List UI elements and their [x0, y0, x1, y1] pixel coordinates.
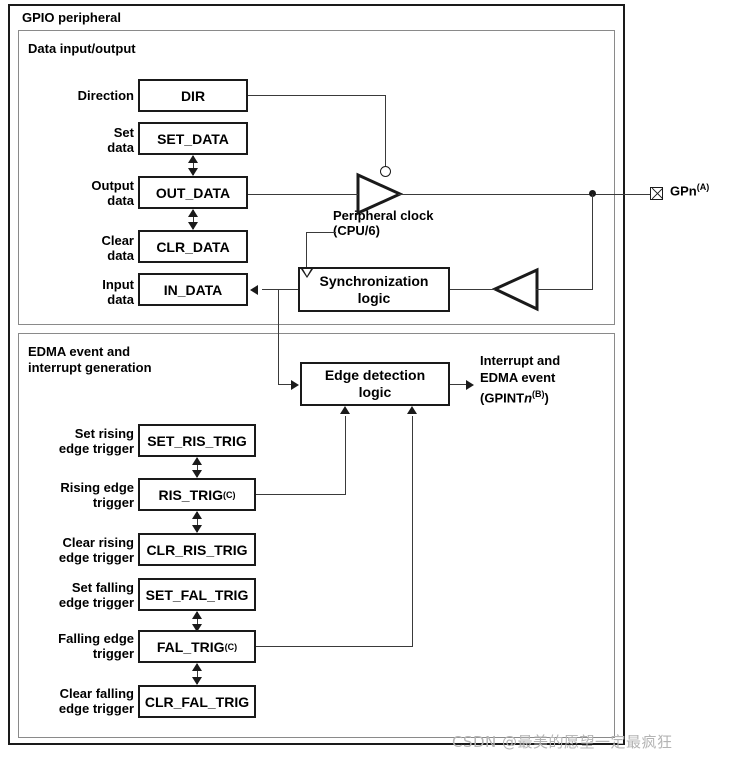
- register-fal-trig-text: FAL_TRIG: [156, 638, 225, 655]
- arrowhead-down-fal: [192, 624, 202, 632]
- wire-ristrig-up: [345, 416, 346, 495]
- label-interrupt-line3-footnote: (B): [532, 389, 545, 399]
- wire-dir-right: [248, 95, 385, 96]
- label-set-data: Set data: [107, 125, 134, 155]
- register-set-fal-trig-text: SET_FAL_TRIG: [145, 586, 249, 603]
- register-fal-trig[interactable]: FAL_TRIG (C): [138, 630, 256, 663]
- block-synchronization-logic[interactable]: Synchronization logic: [298, 267, 450, 312]
- arrowhead-down-clrris: [192, 525, 202, 533]
- arrowhead-edge-detection-input: [291, 380, 299, 390]
- wire-clock-horizontal: [306, 232, 336, 233]
- label-set-falling-edge-trigger: Set falling edge trigger: [58, 580, 134, 610]
- register-clr-fal-trig-text: CLR_FAL_TRIG: [144, 693, 250, 710]
- label-interrupt-line1: Interrupt and: [480, 353, 561, 368]
- label-interrupt-line3-suffix: ): [544, 390, 549, 406]
- wire-outdata-to-buffer: [248, 194, 358, 195]
- arrowhead-up-ris: [192, 511, 202, 519]
- label-clear-falling-edge-trigger: Clear falling edge trigger: [58, 686, 134, 716]
- label-interrupt-edma-event: Interrupt and EDMA event (GPINTn(B)): [480, 352, 630, 406]
- wire-pin-down-to-inputbuffer: [592, 194, 593, 289]
- arrowhead-edge-input-falling: [407, 406, 417, 414]
- label-interrupt-line3-prefix: (GPINT: [480, 390, 525, 406]
- arrowhead-indata: [250, 285, 258, 295]
- arrowhead-up-setdata: [188, 155, 198, 163]
- register-clr-fal-trig[interactable]: CLR_FAL_TRIG: [138, 685, 256, 718]
- wire-edge-output: [450, 384, 467, 385]
- register-dir[interactable]: DIR: [138, 79, 248, 112]
- arrowhead-down-clrdata: [188, 222, 198, 230]
- register-fal-trig-footnote: (C): [224, 641, 238, 652]
- block-edge-detection-logic[interactable]: Edge detection logic: [300, 362, 450, 406]
- wire-sync-branch-down: [278, 289, 279, 384]
- register-ris-trig-footnote: (C): [223, 489, 236, 500]
- register-ris-trig[interactable]: RIS_TRIG (C): [138, 478, 256, 511]
- label-rising-edge-trigger: Rising edge trigger: [60, 480, 134, 510]
- label-output-data: Output data: [91, 178, 134, 208]
- register-set-data[interactable]: SET_DATA: [138, 122, 248, 155]
- register-clr-ris-trig[interactable]: CLR_RIS_TRIG: [138, 533, 256, 566]
- arrowhead-down-clrfal: [192, 677, 202, 685]
- arrowhead-up-fal: [192, 663, 202, 671]
- sync-clock-wedge-inner: [303, 269, 311, 276]
- register-in-data[interactable]: IN_DATA: [138, 273, 248, 306]
- label-clear-data: Clear data: [101, 233, 134, 263]
- wire-sync-to-indata: [262, 289, 298, 290]
- gpn-pad-icon: [650, 187, 663, 200]
- wire-to-inputbuffer: [536, 289, 593, 290]
- gpio-peripheral-title: GPIO peripheral: [22, 10, 121, 25]
- edma-section-title: EDMA event and interrupt generation: [28, 344, 152, 375]
- label-gpn-text: GPn: [670, 183, 697, 199]
- wire-ristrig-right: [256, 494, 346, 495]
- label-interrupt-line3-italic: n: [524, 390, 533, 406]
- wire-inputbuffer-to-sync: [450, 289, 495, 290]
- watermark-text: CSDN @最美的愿望一定最疯狂: [452, 733, 673, 751]
- arrowhead-up-setfal: [192, 611, 202, 619]
- arrowhead-down-outdata: [188, 168, 198, 176]
- label-falling-edge-trigger: Falling edge trigger: [58, 631, 134, 661]
- register-clr-ris-trig-text: CLR_RIS_TRIG: [146, 541, 248, 558]
- label-direction: Direction: [77, 88, 134, 103]
- input-buffer-icon: [492, 267, 539, 312]
- arrowhead-edge-input-rising: [340, 406, 350, 414]
- register-set-fal-trig[interactable]: SET_FAL_TRIG: [138, 578, 256, 611]
- label-gpn: GPn(A): [670, 180, 735, 198]
- label-input-data: Input data: [102, 277, 134, 307]
- register-ris-trig-text: RIS_TRIG: [158, 486, 224, 503]
- wire-clock-down: [306, 232, 307, 268]
- label-gpn-footnote: (A): [696, 182, 710, 192]
- wire-faltrig-right: [256, 646, 413, 647]
- arrowhead-down-ris: [192, 470, 202, 478]
- arrowhead-up-setris: [192, 457, 202, 465]
- wire-faltrig-up: [412, 416, 413, 647]
- label-set-rising-edge-trigger: Set rising edge trigger: [58, 426, 134, 456]
- arrowhead-interrupt-output: [466, 380, 474, 390]
- diagram-canvas: GPIO peripheral Data input/output EDMA e…: [0, 0, 735, 760]
- arrowhead-up-outdata: [188, 209, 198, 217]
- label-clear-rising-edge-trigger: Clear rising edge trigger: [58, 535, 134, 565]
- wire-sync-branch-to-edge: [278, 384, 292, 385]
- register-clr-data[interactable]: CLR_DATA: [138, 230, 248, 263]
- register-set-ris-trig-text: SET_RIS_TRIG: [147, 432, 247, 449]
- register-out-data[interactable]: OUT_DATA: [138, 176, 248, 209]
- wire-buffer-to-pin: [398, 194, 650, 195]
- data-io-section-title: Data input/output: [28, 41, 136, 56]
- annotation-peripheral-clock: Peripheral clock (CPU/6): [333, 208, 434, 238]
- register-set-ris-trig[interactable]: SET_RIS_TRIG: [138, 424, 256, 457]
- label-interrupt-line2: EDMA event: [480, 370, 556, 385]
- wire-dir-down: [385, 95, 386, 167]
